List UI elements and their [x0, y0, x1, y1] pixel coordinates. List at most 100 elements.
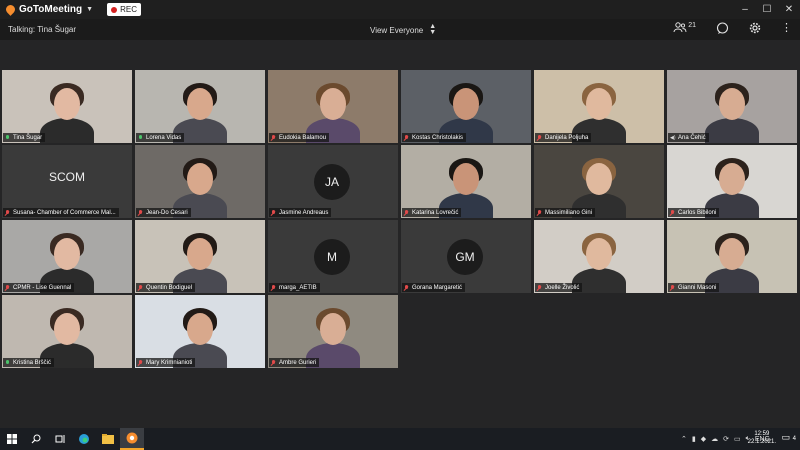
file-explorer-icon	[102, 434, 114, 444]
tray-dropbox-icon[interactable]: ◆	[701, 435, 706, 443]
participant-name: Ambre Gurieri	[279, 359, 317, 366]
mic-muted-icon	[271, 134, 276, 141]
app-menu[interactable]: GoToMeeting ▼	[4, 3, 93, 16]
attendees-button[interactable]: 21	[673, 22, 696, 33]
gotomeeting-logo-icon	[4, 3, 17, 16]
participant-tile[interactable]: ◀) Ana Čehić	[667, 70, 797, 143]
talking-indicator: Talking: Tina Šugar	[8, 25, 77, 34]
chat-button[interactable]	[716, 21, 729, 34]
participant-tile[interactable]: Carlos Bibiloni	[667, 145, 797, 218]
participant-name: Danijela Poljuha	[545, 134, 589, 141]
participant-name-bar: Gianni Masoni	[668, 283, 720, 292]
participant-name: Katarina Lovrečić	[412, 209, 459, 216]
participant-name-bar: Jean-Do Cesari	[136, 208, 191, 217]
start-button[interactable]	[0, 428, 24, 450]
rec-label: REC	[120, 5, 137, 14]
participant-name: Joelle Živolić	[545, 284, 580, 291]
participant-name-bar: Tina Šugar	[3, 133, 46, 142]
task-view-button[interactable]	[48, 428, 72, 450]
mic-muted-icon	[271, 284, 276, 291]
gotomeeting-taskbar-button[interactable]	[120, 428, 144, 450]
participant-tile[interactable]: SCOM Susana- Chamber of Commerce Mal...	[2, 145, 132, 218]
participant-name-bar: Quentin Bodiguel	[136, 283, 196, 292]
participant-name: Massimiliano Gini	[545, 209, 593, 216]
tray-network-icon[interactable]: ▭	[734, 435, 741, 443]
kebab-menu-icon: ⋮	[781, 22, 792, 34]
participant-initials: JA	[314, 164, 350, 200]
participant-tile[interactable]: Eudokia Balamou	[268, 70, 398, 143]
recording-badge[interactable]: REC	[107, 3, 141, 16]
file-explorer-taskbar-button[interactable]	[96, 428, 120, 450]
participant-tile[interactable]: Ambre Gurieri	[268, 295, 398, 368]
participant-name-bar: CPMR - Lise Guennal	[3, 283, 75, 292]
participant-tile[interactable]: Katarina Lovrečić	[401, 145, 531, 218]
speaker-icon: ◀)	[670, 134, 676, 141]
edge-taskbar-button[interactable]	[72, 428, 96, 450]
participant-name-bar: Lorena Vidas	[136, 133, 185, 142]
participant-name: Jean-Do Cesari	[146, 209, 188, 216]
mic-muted-icon	[5, 284, 10, 291]
participant-name-bar: Carlos Bibiloni	[668, 208, 720, 217]
mic-muted-icon	[138, 284, 143, 291]
participant-tile[interactable]: Kristina Brščić	[2, 295, 132, 368]
participant-tile[interactable]: Mary Krimnianioti	[135, 295, 265, 368]
action-center-button[interactable]: ▭ 4	[782, 432, 796, 443]
clock-time: 12:59	[754, 431, 770, 437]
mic-on-icon	[138, 134, 143, 141]
taskbar-clock[interactable]: 12:59 22.1.2021.	[748, 430, 776, 446]
participant-tile[interactable]: Joelle Živolić	[534, 220, 664, 293]
tray-app-icon[interactable]: ▮	[692, 435, 696, 443]
maximize-button[interactable]: ☐	[756, 0, 778, 19]
participant-name: Quentin Bodiguel	[146, 284, 193, 291]
windows-start-icon	[7, 434, 17, 444]
tray-sync-icon[interactable]: ⟳	[723, 435, 729, 443]
view-selector[interactable]: View Everyone ▲ ▼	[370, 23, 437, 36]
participant-tile[interactable]: Lorena Vidas	[135, 70, 265, 143]
meeting-toolbar: Talking: Tina Šugar View Everyone ▲ ▼ 21 …	[0, 19, 800, 40]
participant-name: Kostas Christolakis	[412, 134, 464, 141]
participant-tile[interactable]: Kostas Christolakis	[401, 70, 531, 143]
minimize-button[interactable]: –	[734, 0, 756, 19]
participant-tile[interactable]: Tina Šugar	[2, 70, 132, 143]
record-dot-icon	[111, 6, 118, 13]
participant-tile[interactable]: Mmarga_AETIB	[268, 220, 398, 293]
participant-name-bar: Massimiliano Gini	[535, 208, 596, 217]
settings-button[interactable]	[749, 22, 761, 34]
participant-tile[interactable]: Quentin Bodiguel	[135, 220, 265, 293]
tray-onedrive-icon[interactable]: ☁	[711, 435, 718, 443]
gear-icon	[749, 22, 761, 33]
close-button[interactable]: ✕	[778, 0, 800, 19]
participant-name: Gorana Margaretić	[412, 284, 463, 291]
participant-tile[interactable]: Massimiliano Gini	[534, 145, 664, 218]
participant-tile[interactable]: Gianni Masoni	[667, 220, 797, 293]
participant-name: Mary Krimnianioti	[146, 359, 193, 366]
mic-muted-icon	[537, 209, 542, 216]
participant-tile[interactable]: CPMR - Lise Guennal	[2, 220, 132, 293]
participant-name: Carlos Bibiloni	[678, 209, 717, 216]
app-name: GoToMeeting	[19, 4, 83, 15]
participant-tile[interactable]: JA Jasmine Andreaus	[268, 145, 398, 218]
mic-on-icon	[5, 359, 10, 366]
participant-tile[interactable]: Jean-Do Cesari	[135, 145, 265, 218]
chat-icon	[716, 21, 729, 34]
participant-name: Ana Čehić	[678, 134, 706, 141]
mic-on-icon	[5, 134, 10, 141]
participant-name-bar: Susana- Chamber of Commerce Mal...	[3, 208, 119, 217]
mic-muted-icon	[404, 284, 409, 291]
participant-tile[interactable]: GM Gorana Margaretić	[401, 220, 531, 293]
mic-muted-icon	[271, 359, 276, 366]
mic-muted-icon	[138, 359, 143, 366]
participant-name-bar: ◀) Ana Čehić	[668, 133, 709, 142]
more-options-button[interactable]: ⋮	[781, 21, 792, 34]
updown-chevron-icon: ▲ ▼	[429, 23, 437, 36]
taskbar-search-button[interactable]	[24, 428, 48, 450]
mic-muted-icon	[5, 209, 10, 216]
participant-tile[interactable]: Danijela Poljuha	[534, 70, 664, 143]
edge-icon	[79, 434, 89, 444]
clock-date: 22.1.2021.	[747, 439, 776, 445]
participant-name-bar: Eudokia Balamou	[269, 133, 330, 142]
participant-name-bar: Katarina Lovrečić	[402, 208, 462, 217]
mic-muted-icon	[271, 209, 276, 216]
participant-initials: M	[314, 239, 350, 275]
tray-chevron-up-icon[interactable]: ⌃	[681, 435, 687, 443]
